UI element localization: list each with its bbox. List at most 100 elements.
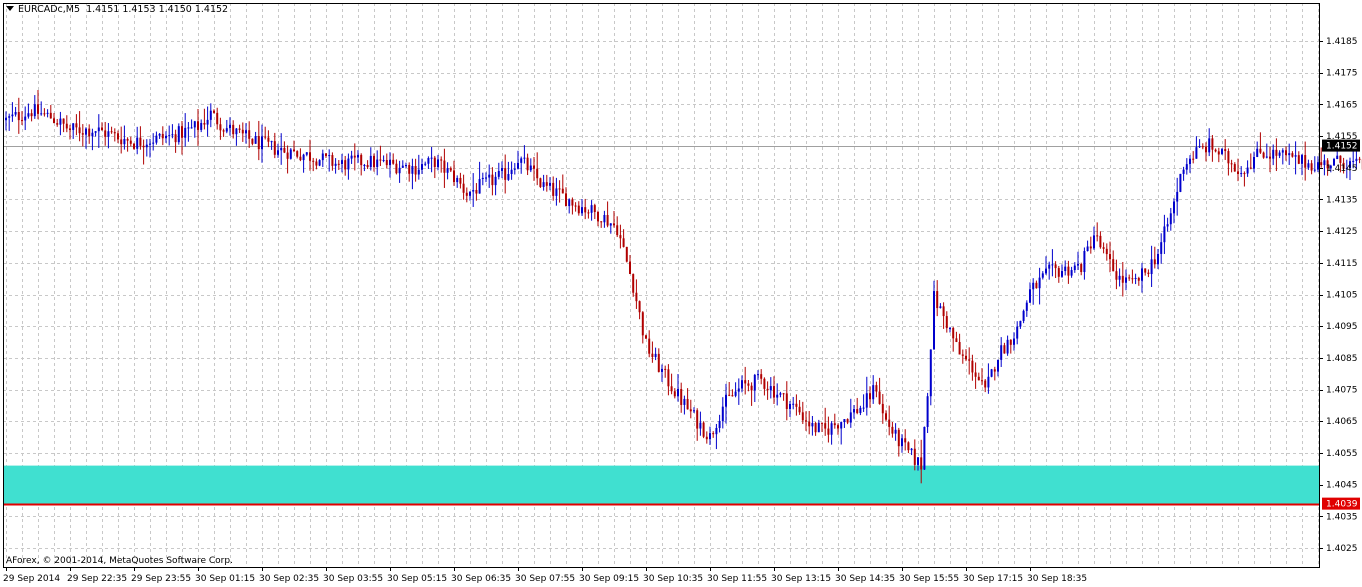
candle: [545, 174, 548, 192]
candle: [1051, 249, 1054, 277]
candle: [513, 163, 516, 175]
candle: [1291, 151, 1294, 158]
candle: [254, 131, 257, 144]
candle: [46, 109, 49, 118]
candle: [1045, 256, 1047, 275]
candle: [1137, 276, 1140, 286]
candle: [174, 129, 177, 153]
candle: [977, 372, 980, 381]
y-tick-label: 1.4145: [1326, 164, 1358, 174]
candle: [360, 153, 363, 176]
x-tick-label: 30 Sep 07:55: [515, 574, 575, 584]
x-tick-label: 30 Sep 13:15: [771, 574, 831, 584]
candle: [299, 148, 302, 162]
candle: [504, 154, 507, 194]
candle: [497, 162, 500, 180]
candle: [1195, 136, 1198, 159]
candle: [136, 126, 139, 155]
candle: [225, 119, 228, 134]
candle: [373, 153, 375, 172]
candle: [955, 331, 958, 343]
candle: [958, 333, 961, 355]
candle: [1310, 160, 1313, 175]
candle: [363, 163, 366, 172]
candle: [376, 150, 379, 176]
candle: [635, 279, 638, 309]
candle: [142, 139, 145, 165]
candle: [325, 152, 327, 158]
candle: [872, 375, 875, 404]
candle: [721, 397, 724, 429]
symbol-header[interactable]: EURCADc,M5 1.4151 1.4153 1.4150 1.4152: [6, 4, 228, 15]
candle: [197, 109, 199, 146]
x-tick-label: 30 Sep 01:15: [195, 574, 255, 584]
candle: [1304, 141, 1307, 181]
y-tick-label: 1.4165: [1326, 100, 1358, 110]
candle: [465, 187, 468, 203]
time-axis: 29 Sep 2014 29 Sep 22:35 29 Sep 23:55 30 Se…: [3, 567, 1087, 584]
symbol-label: EURCADc,M5: [18, 4, 81, 15]
candle: [881, 394, 884, 424]
candle: [449, 166, 452, 173]
candle: [641, 311, 644, 344]
y-tick-label: 1.4045: [1326, 481, 1358, 491]
candle: [833, 413, 836, 429]
candle: [619, 224, 622, 249]
y-tick-label: 1.4105: [1326, 291, 1358, 301]
candle: [331, 152, 334, 171]
candle: [945, 311, 948, 333]
y-tick-label: 1.4065: [1326, 417, 1358, 427]
candle: [1134, 273, 1137, 285]
candle: [88, 124, 91, 144]
candle: [862, 394, 865, 412]
candle: [1089, 236, 1092, 254]
candle: [811, 415, 814, 436]
candle: [1128, 274, 1131, 281]
candle: [81, 124, 84, 147]
candle: [187, 122, 190, 142]
candle: [696, 408, 699, 441]
candle: [321, 149, 324, 168]
candle: [507, 161, 510, 181]
candle: [1118, 268, 1121, 287]
dropdown-triangle-icon[interactable]: [6, 6, 14, 11]
candle: [462, 174, 465, 200]
copyright-note: AForex, © 2001-2014, MetaQuotes Software…: [6, 556, 233, 566]
candle: [385, 153, 388, 169]
candle: [686, 388, 689, 410]
price-chart[interactable]: 1.41851.41751.41651.41551.41451.41351.41…: [0, 0, 1362, 587]
candle: [158, 133, 161, 139]
candle: [795, 394, 798, 416]
candle: [933, 280, 935, 350]
candle: [597, 210, 599, 227]
candle: [241, 122, 244, 142]
candle: [718, 414, 721, 433]
candle: [334, 158, 337, 174]
candle: [542, 174, 545, 191]
candle: [1205, 142, 1207, 162]
candle: [673, 388, 676, 399]
candle: [1048, 261, 1051, 280]
candle: [894, 423, 897, 441]
candle: [193, 120, 196, 138]
candle: [1131, 269, 1134, 284]
x-tick-label: 30 Sep 05:15: [387, 574, 447, 584]
candle: [699, 411, 702, 436]
candle: [907, 441, 910, 454]
candle: [782, 392, 785, 401]
x-tick-label: 30 Sep 15:55: [899, 574, 959, 584]
candle: [1025, 300, 1028, 317]
candle: [942, 302, 945, 329]
candle: [155, 131, 158, 145]
candle: [216, 107, 219, 130]
candle: [1259, 132, 1262, 154]
candle: [1153, 246, 1156, 269]
candle: [990, 368, 993, 378]
candle: [353, 143, 356, 171]
y-tick-label: 1.4115: [1326, 259, 1358, 269]
candle: [296, 150, 299, 159]
x-tick-label: 30 Sep 06:35: [451, 574, 511, 584]
candle: [984, 378, 987, 393]
candle: [808, 410, 811, 435]
candle: [453, 160, 455, 186]
